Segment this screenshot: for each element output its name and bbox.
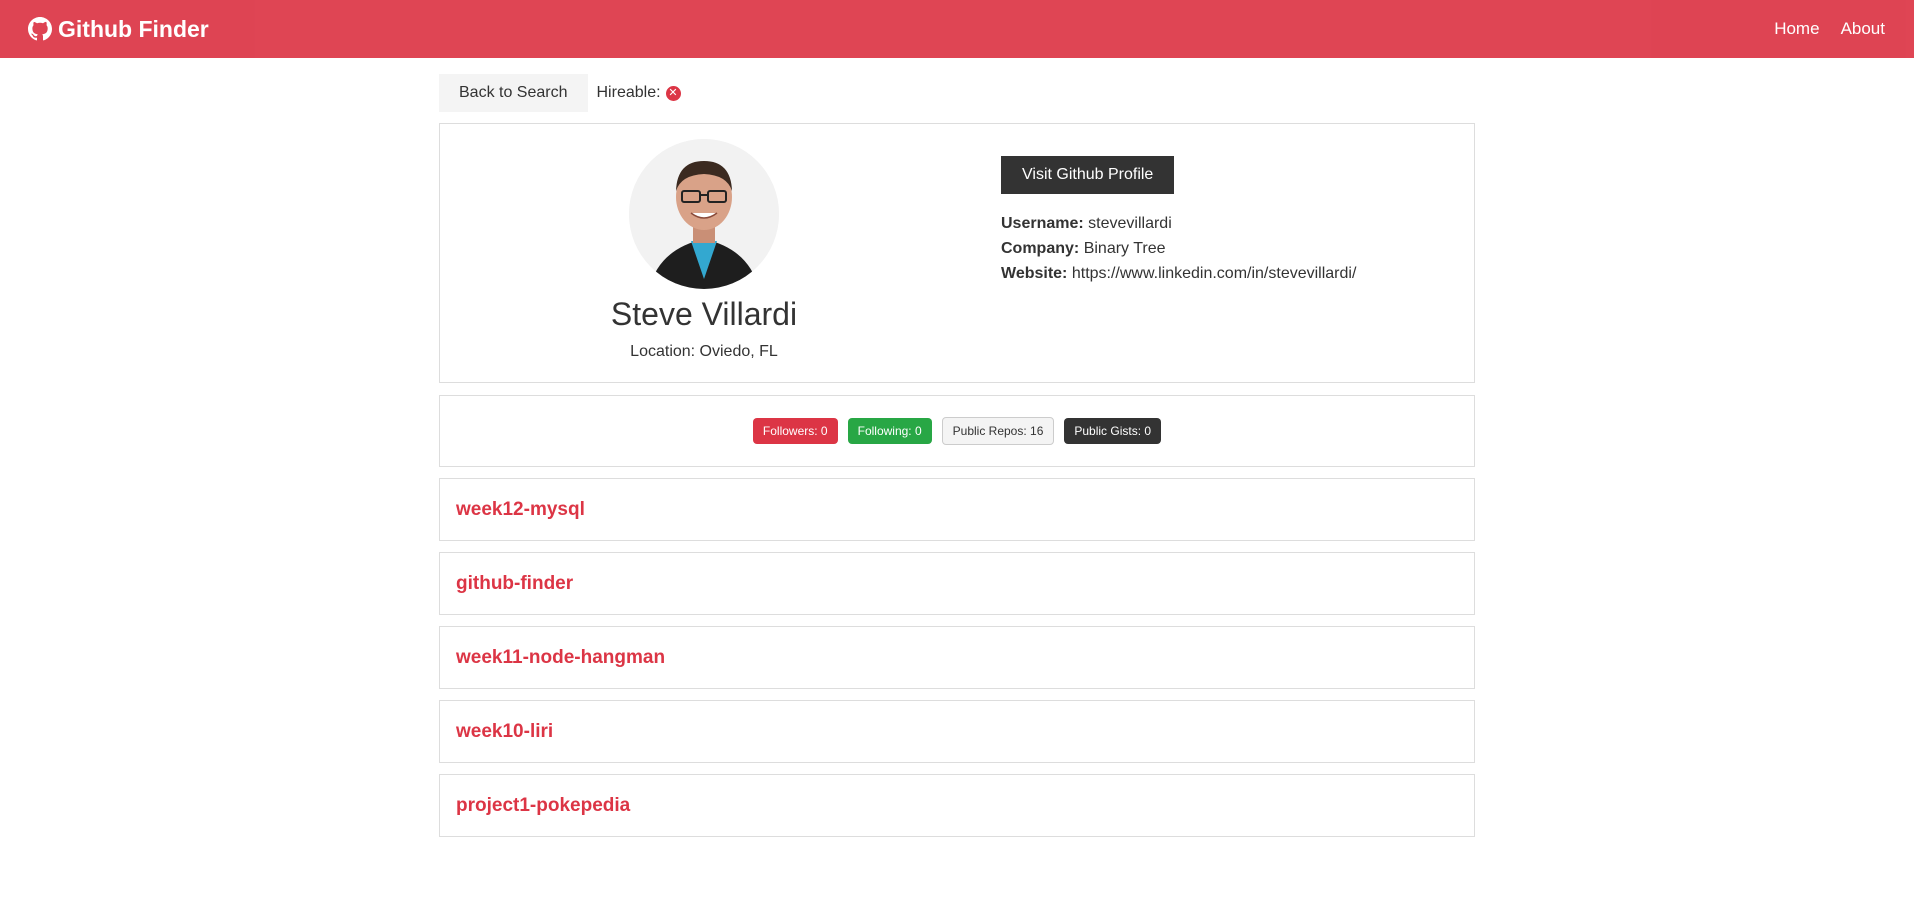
times-circle-icon: ✕ <box>665 85 681 101</box>
nav-link-about[interactable]: About <box>1841 19 1885 39</box>
website-row: Website: https://www.linkedin.com/in/ste… <box>1001 261 1356 286</box>
repo-link[interactable]: week11-node-hangman <box>456 647 665 669</box>
username-label: Username: <box>1001 215 1084 232</box>
website-value: https://www.linkedin.com/in/stevevillard… <box>1071 265 1357 282</box>
company-row: Company: Binary Tree <box>1001 236 1356 261</box>
nav-links: Home About <box>1753 19 1885 39</box>
top-row: Back to Search Hireable: ✕ <box>439 74 1475 112</box>
hireable-status: Hireable: ✕ <box>597 84 681 102</box>
repo-item: week10-liri <box>439 700 1475 763</box>
public-repos-badge: Public Repos: 16 <box>941 417 1055 445</box>
website-label: Website: <box>1001 265 1068 282</box>
profile-details: Username: stevevillardi Company: Binary … <box>1001 211 1356 286</box>
username-value: stevevillardi <box>1088 215 1172 232</box>
profile-card: Steve Villardi Location: Oviedo, FL Visi… <box>439 123 1475 383</box>
profile-name: Steve Villardi <box>610 296 798 332</box>
main-container: Back to Search Hireable: ✕ Steve Villard… <box>439 74 1475 837</box>
avatar <box>629 139 779 289</box>
following-badge: Following: 0 <box>847 418 932 444</box>
profile-right: Visit Github Profile Username: stevevill… <box>968 124 1356 382</box>
repo-link[interactable]: project1-pokepedia <box>456 795 630 817</box>
repo-item: week11-node-hangman <box>439 626 1475 689</box>
repo-item: week12-mysql <box>439 478 1475 541</box>
navbar: Github Finder Home About <box>0 0 1914 58</box>
brand-title: Github Finder <box>58 15 209 42</box>
github-icon <box>28 17 52 41</box>
profile-left: Steve Villardi Location: Oviedo, FL <box>440 124 968 382</box>
back-to-search-button[interactable]: Back to Search <box>439 74 588 112</box>
company-value: Binary Tree <box>1083 240 1166 257</box>
profile-location: Location: Oviedo, FL <box>630 343 778 360</box>
repo-item: github-finder <box>439 552 1475 615</box>
repo-item: project1-pokepedia <box>439 774 1475 837</box>
public-gists-badge: Public Gists: 0 <box>1064 418 1162 444</box>
avatar-image <box>629 139 779 289</box>
repo-link[interactable]: github-finder <box>456 573 573 595</box>
brand[interactable]: Github Finder <box>28 16 209 43</box>
nav-link-home[interactable]: Home <box>1774 19 1819 39</box>
repo-link[interactable]: week10-liri <box>456 721 553 743</box>
hireable-label: Hireable: <box>596 84 661 101</box>
company-label: Company: <box>1001 240 1080 257</box>
stats-card: Followers: 0 Following: 0 Public Repos: … <box>439 395 1475 467</box>
repo-link[interactable]: week12-mysql <box>456 499 585 521</box>
username-row: Username: stevevillardi <box>1001 211 1356 236</box>
visit-github-profile-button[interactable]: Visit Github Profile <box>1001 156 1175 194</box>
followers-badge: Followers: 0 <box>752 418 838 444</box>
